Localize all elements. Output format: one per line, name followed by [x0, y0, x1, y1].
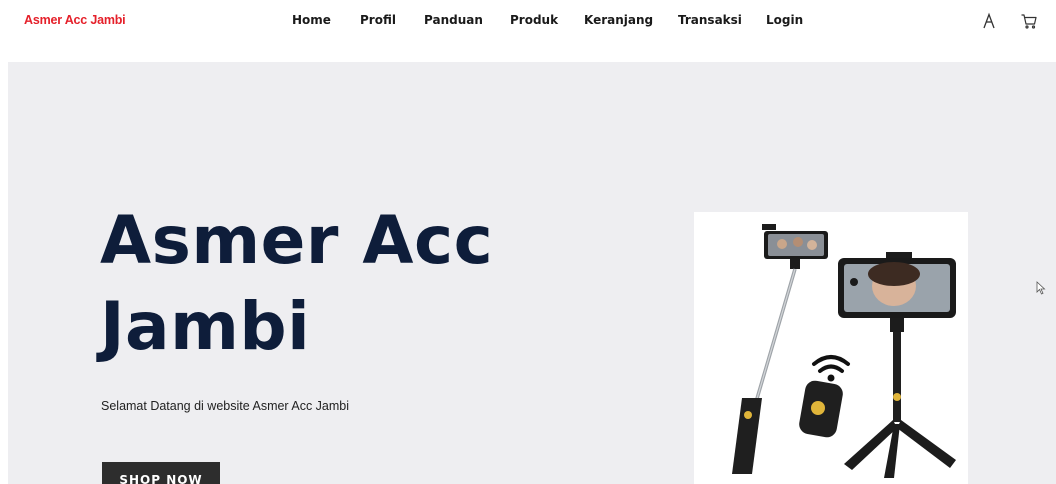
user-icon[interactable]: [980, 12, 998, 30]
nav-item-login[interactable]: Login: [766, 13, 803, 27]
hero-title: Asmer Acc Jambi: [100, 202, 494, 365]
nav-item-transaksi[interactable]: Transaksi: [678, 13, 742, 27]
shop-now-button[interactable]: SHOP NOW: [102, 462, 220, 484]
nav-item-produk[interactable]: Produk: [510, 13, 558, 27]
cart-icon[interactable]: [1020, 12, 1038, 30]
hero-banner: Asmer Acc Jambi Selamat Datang di websit…: [8, 62, 1056, 484]
nav-item-keranjang[interactable]: Keranjang: [584, 13, 653, 27]
nav-item-profil[interactable]: Profil: [360, 13, 396, 27]
nav-item-panduan[interactable]: Panduan: [424, 13, 483, 27]
nav-item-home[interactable]: Home: [292, 13, 331, 27]
nav-menu: Home Profil Panduan Produk Keranjang Tra…: [0, 13, 1056, 31]
navbar: Asmer Acc Jambi Home Profil Panduan Prod…: [0, 0, 1056, 44]
product-image: [694, 212, 968, 484]
hero-subtitle: Selamat Datang di website Asmer Acc Jamb…: [101, 399, 350, 413]
mouse-pointer-icon: [1036, 280, 1046, 295]
